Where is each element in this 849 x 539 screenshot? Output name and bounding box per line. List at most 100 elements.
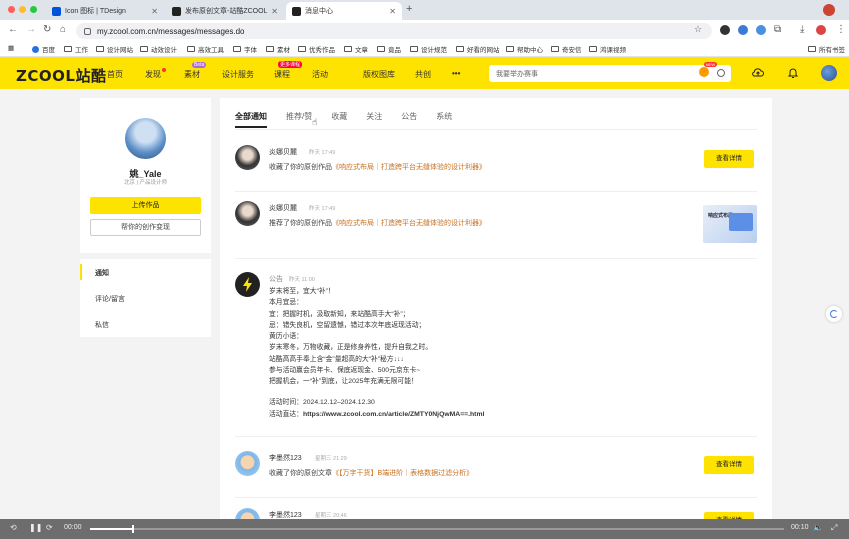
browser-tab-messages[interactable]: 消息中心 ✕ — [286, 2, 402, 20]
nav-home[interactable]: 首页 — [107, 69, 123, 80]
bookmark-star-icon[interactable]: ☆ — [694, 24, 702, 35]
folder-icon — [266, 46, 274, 52]
forward-icon[interactable]: ⟳ — [46, 523, 53, 532]
fullscreen-icon[interactable]: ⤢ — [831, 523, 837, 533]
new-badge: NEW — [703, 62, 717, 67]
bookmark-folder[interactable]: 文章 — [344, 44, 368, 54]
upload-work-button[interactable]: 上传作品 — [90, 197, 201, 214]
profile-subtitle: 北京 | 产品设计师 — [124, 180, 167, 186]
user-avatar[interactable] — [821, 65, 837, 81]
nav-cocreate[interactable]: 共创 — [415, 69, 431, 80]
bookmark-folder[interactable]: 奇安信 — [551, 44, 582, 54]
tab-system[interactable]: 系统 — [436, 111, 452, 128]
bookmark-folder[interactable]: 高效工具 — [187, 44, 224, 54]
nav-events[interactable]: 活动 — [312, 69, 328, 80]
bookmark-folder[interactable]: 竟品 — [377, 44, 401, 54]
profile-avatar-icon[interactable] — [816, 25, 826, 35]
side-item-messages[interactable]: 私信 — [95, 320, 109, 330]
volume-icon[interactable]: 🔈 — [813, 523, 823, 532]
bookmark-folder[interactable]: 字体 — [233, 44, 257, 54]
message-username[interactable]: 炎娜贝麓 — [269, 147, 297, 157]
folder-icon — [808, 46, 816, 52]
view-details-button[interactable]: 查看详情 — [704, 456, 754, 474]
browser-profile-icon[interactable] — [823, 4, 835, 16]
download-icon[interactable]: ⤓ — [800, 24, 804, 35]
extension-icon[interactable] — [756, 25, 766, 35]
bookmark-folder[interactable]: 鸿课视频 — [589, 44, 626, 54]
user-avatar[interactable] — [235, 451, 260, 476]
side-item-comments[interactable]: 评论/留言 — [95, 294, 125, 304]
nav-materials[interactable]: Beta 素材 — [184, 62, 207, 80]
view-details-button[interactable]: 查看详情 — [704, 150, 754, 168]
zcool-favicon-icon — [172, 6, 181, 16]
bookmark-folder[interactable]: 帮助中心 — [506, 44, 543, 54]
seek-progress — [90, 528, 132, 530]
address-bar[interactable]: my.zcool.com.cn/messages/messages.do — [76, 23, 712, 39]
nav-stock-images[interactable]: 版权图库 — [363, 69, 395, 80]
rewind-icon[interactable]: ⟲ — [10, 523, 17, 532]
back-icon[interactable]: ← — [8, 24, 18, 35]
extensions-puzzle-icon[interactable]: ⧉ — [774, 24, 781, 35]
menu-icon[interactable]: ⋮ — [836, 24, 846, 35]
bookmark-folder[interactable]: 工作 — [64, 44, 88, 54]
gift-icon[interactable] — [699, 67, 709, 77]
folder-icon — [410, 46, 418, 52]
close-window-icon[interactable] — [8, 6, 15, 13]
message-username[interactable]: 李墨然123 — [269, 453, 302, 463]
pause-icon[interactable]: ❚❚ — [29, 523, 42, 532]
bookmark-folder[interactable]: 动效设计 — [140, 44, 177, 54]
user-avatar[interactable] — [235, 145, 260, 170]
all-bookmarks[interactable]: 所有书签 — [808, 44, 845, 54]
nav-courses[interactable]: 更多课程 课程 — [274, 61, 303, 80]
search-icon[interactable] — [717, 69, 725, 77]
work-link[interactable]: 《响应式布局｜打造跨平台无缝体验的设计利器》 — [332, 220, 486, 227]
forward-icon[interactable]: → — [26, 24, 36, 35]
profile-avatar[interactable] — [125, 118, 166, 159]
extension-icon[interactable] — [720, 25, 730, 35]
nav-discover[interactable]: 发现 — [145, 68, 166, 80]
site-info-icon[interactable] — [84, 27, 91, 35]
bookmark-folder[interactable]: 设计规范 — [410, 44, 447, 54]
seek-bar[interactable] — [90, 525, 784, 533]
site-search-input[interactable]: 我要举办赛事 NEW — [489, 62, 731, 82]
minimize-window-icon[interactable] — [19, 6, 26, 13]
tab-follows[interactable]: 关注 — [366, 111, 382, 128]
side-item-notifications[interactable]: 通知 — [95, 268, 109, 278]
reload-icon[interactable]: ↻ — [43, 24, 51, 35]
tab-recommend-like[interactable]: 推荐/赞 — [286, 111, 312, 128]
work-thumbnail[interactable]: 响应式布局 — [703, 205, 757, 243]
upload-icon[interactable] — [752, 67, 764, 79]
nav-more-icon[interactable]: ••• — [452, 69, 460, 78]
message-username[interactable]: 炎娜贝麓 — [269, 203, 297, 213]
bookmark-folder[interactable]: 优秀作品 — [298, 44, 335, 54]
work-link[interactable]: 《响应式布局｜打造跨平台无缝体验的设计利器》 — [332, 164, 486, 171]
profile-card: 姚_Yale 北京 | 产品设计师 上传作品 帮你的创作变现 — [80, 98, 211, 253]
monetize-button[interactable]: 帮你的创作变现 — [90, 219, 201, 236]
new-tab-icon[interactable]: + — [406, 3, 412, 15]
close-tab-icon[interactable]: ✕ — [271, 7, 278, 16]
courses-badge: 更多课程 — [278, 61, 303, 68]
browser-tab-tdesign[interactable]: Icon 图标 | TDesign ✕ — [46, 2, 164, 20]
activity-url[interactable]: https://www.zcool.com.cn/article/ZMTY0Nj… — [303, 411, 484, 418]
close-tab-icon[interactable]: ✕ — [151, 7, 158, 16]
nav-design-service[interactable]: 设计服务 — [222, 69, 254, 80]
bookmark-item[interactable]: 百度 — [32, 44, 55, 54]
browser-tab-publish[interactable]: 发布原创文章-站酷ZCOOL ✕ — [166, 2, 284, 20]
tab-announcements[interactable]: 公告 — [401, 111, 417, 128]
bookmark-folder[interactable]: 设计网站 — [96, 44, 133, 54]
maximize-window-icon[interactable] — [30, 6, 37, 13]
bell-icon[interactable] — [787, 67, 799, 79]
apps-grid-icon[interactable]: ▦ — [8, 44, 14, 52]
close-tab-icon[interactable]: ✕ — [389, 7, 396, 16]
bookmark-folder[interactable]: 好看的网站 — [456, 44, 500, 54]
zcool-logo[interactable]: ZCOOL站酷 — [16, 65, 106, 86]
tab-all[interactable]: 全部通知 — [235, 111, 267, 128]
user-avatar[interactable] — [235, 201, 260, 226]
bookmark-folder[interactable]: 素材 — [266, 44, 290, 54]
extension-icon[interactable] — [738, 25, 748, 35]
seek-handle[interactable] — [131, 525, 134, 533]
folder-icon — [589, 46, 597, 52]
article-link[interactable]: 《【万字干货】B端进阶｜表格数据过滤分析》 — [332, 470, 473, 477]
tab-favorites[interactable]: 收藏 — [331, 111, 347, 128]
home-icon[interactable]: ⌂ — [60, 24, 66, 35]
